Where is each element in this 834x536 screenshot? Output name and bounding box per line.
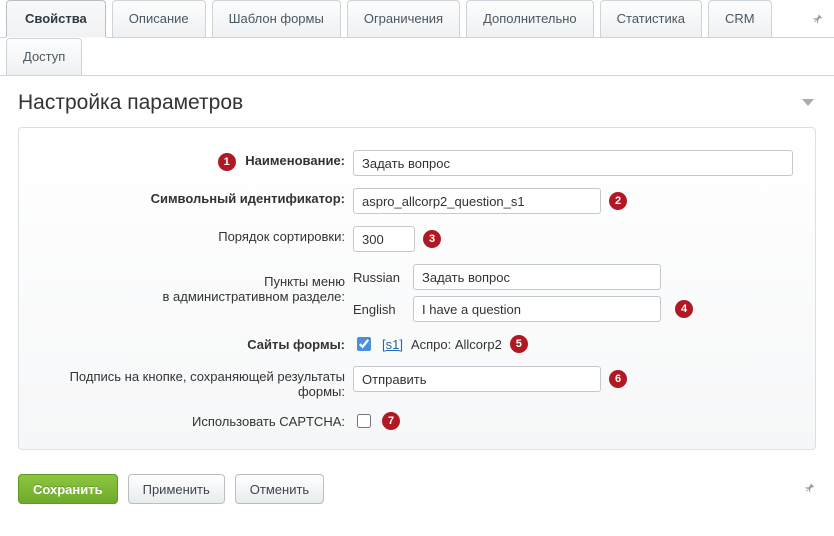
tabs-row-2: Доступ bbox=[0, 38, 834, 76]
name-input[interactable] bbox=[353, 150, 793, 176]
site-name: Аспро: Allcorp2 bbox=[411, 337, 502, 352]
tab-restrictions[interactable]: Ограничения bbox=[347, 0, 460, 37]
menu-label-line2: в административном разделе: bbox=[33, 289, 345, 304]
name-label: Наименование: bbox=[245, 153, 345, 168]
lang-ru-input[interactable] bbox=[413, 264, 661, 290]
badge-7: 7 bbox=[382, 412, 400, 430]
lang-ru-label: Russian bbox=[353, 270, 405, 285]
tab-access[interactable]: Доступ bbox=[6, 38, 82, 75]
button-caption-input[interactable] bbox=[353, 366, 601, 392]
site-code-link[interactable]: [s1] bbox=[382, 337, 403, 352]
badge-1: 1 bbox=[218, 153, 236, 171]
badge-6: 6 bbox=[609, 370, 627, 388]
footer-pin-icon[interactable] bbox=[802, 481, 816, 498]
sort-input[interactable] bbox=[353, 226, 415, 252]
cancel-button[interactable]: Отменить bbox=[235, 474, 324, 504]
tab-crm[interactable]: CRM bbox=[708, 0, 772, 37]
tab-form-template[interactable]: Шаблон формы bbox=[212, 0, 341, 37]
tabs-row-1: Свойства Описание Шаблон формы Ограничен… bbox=[0, 0, 834, 38]
tab-description[interactable]: Описание bbox=[112, 0, 206, 37]
badge-4: 4 bbox=[675, 300, 693, 318]
panel-body: Настройка параметров 1 Наименование: Сим… bbox=[0, 76, 834, 518]
apply-button[interactable]: Применить bbox=[128, 474, 225, 504]
button-caption-label: Подпись на кнопке, сохраняющей результат… bbox=[70, 369, 345, 399]
menu-label-line1: Пункты меню bbox=[33, 274, 345, 289]
sites-label: Сайты формы: bbox=[247, 337, 345, 352]
badge-3: 3 bbox=[423, 230, 441, 248]
save-button[interactable]: Сохранить bbox=[18, 474, 118, 504]
lang-en-input[interactable] bbox=[413, 296, 661, 322]
code-label: Символьный идентификатор: bbox=[151, 191, 345, 206]
sort-label: Порядок сортировки: bbox=[218, 229, 345, 244]
tab-statistics[interactable]: Статистика bbox=[600, 0, 702, 37]
lang-en-label: English bbox=[353, 302, 405, 317]
captcha-label: Использовать CAPTCHA: bbox=[192, 414, 345, 429]
captcha-checkbox[interactable] bbox=[357, 414, 371, 428]
footer-bar: Сохранить Применить Отменить bbox=[0, 464, 834, 518]
code-input[interactable] bbox=[353, 188, 601, 214]
chevron-down-icon[interactable] bbox=[800, 96, 816, 111]
form-box: 1 Наименование: Символьный идентификатор… bbox=[18, 127, 816, 450]
badge-2: 2 bbox=[609, 192, 627, 210]
site-checkbox[interactable] bbox=[357, 337, 371, 351]
pin-icon[interactable] bbox=[806, 8, 828, 30]
tab-additional[interactable]: Дополнительно bbox=[466, 0, 594, 37]
badge-5: 5 bbox=[510, 335, 528, 353]
section-title: Настройка параметров bbox=[18, 91, 800, 115]
tab-properties[interactable]: Свойства bbox=[6, 0, 106, 37]
